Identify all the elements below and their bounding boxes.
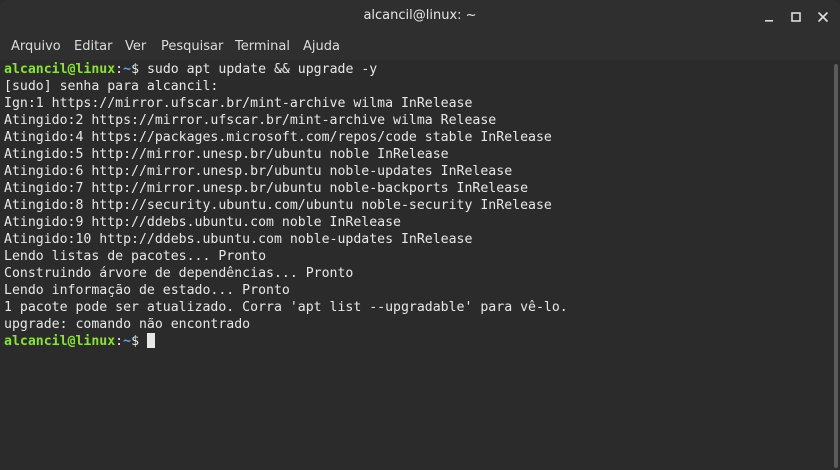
prompt-path: ~ (123, 334, 132, 349)
minimize-icon (765, 20, 773, 22)
prompt-path: ~ (123, 62, 132, 77)
menu-arquivo[interactable]: Arquivo (11, 39, 61, 54)
terminal-window: alcancil@linux: ~ Arquivo Editar Ver Pes… (0, 0, 840, 470)
terminal-output[interactable]: alcancil@linux:~$ sudo apt update && upg… (0, 60, 833, 470)
output-line: Atingido:5 http://mirror.unesp.br/ubuntu… (4, 147, 449, 162)
output-line: Construindo árvore de dependências... Pr… (4, 266, 354, 281)
maximize-button[interactable] (783, 4, 809, 30)
prompt-symbol: $ (131, 62, 147, 77)
current-prompt-line: alcancil@linux:~$ (4, 333, 155, 350)
menu-pesquisar[interactable]: Pesquisar (161, 39, 223, 54)
output-line: Lendo informação de estado... Pronto (4, 283, 290, 298)
close-button[interactable] (810, 4, 836, 30)
output-line: upgrade: comando não encontrado (4, 317, 251, 332)
output-line: Atingido:7 http://mirror.unesp.br/ubuntu… (4, 181, 529, 196)
output-line: Atingido:6 http://mirror.unesp.br/ubuntu… (4, 164, 513, 179)
output-line: Ign:1 https://mirror.ufscar.br/mint-arch… (4, 96, 473, 111)
command-line: alcancil@linux:~$ sudo apt update && upg… (4, 61, 377, 78)
output-line: Atingido:4 https://packages.microsoft.co… (4, 130, 552, 145)
output-line: Atingido:10 http://ddebs.ubuntu.com nobl… (4, 232, 473, 247)
title-bar[interactable]: alcancil@linux: ~ (0, 0, 840, 34)
scrollbar[interactable] (833, 60, 840, 470)
output-line: Atingido:9 http://ddebs.ubuntu.com noble… (4, 215, 401, 230)
text-cursor (146, 333, 155, 348)
menu-bar: Arquivo Editar Ver Pesquisar Terminal Aj… (0, 34, 840, 60)
prompt-user-host: alcancil@linux (4, 62, 116, 77)
prompt-separator: : (115, 62, 124, 77)
window-title: alcancil@linux: ~ (363, 8, 477, 23)
output-line: Atingido:2 https://mirror.ufscar.br/mint… (4, 113, 497, 128)
command-text: sudo apt update && upgrade -y (146, 62, 378, 77)
output-line: [sudo] senha para alcancil: (4, 79, 219, 94)
scrollbar-thumb[interactable] (834, 64, 838, 468)
minimize-button[interactable] (756, 4, 782, 30)
close-icon (818, 12, 828, 22)
menu-editar[interactable]: Editar (74, 39, 113, 54)
menu-terminal[interactable]: Terminal (235, 39, 290, 54)
prompt-separator: : (115, 334, 124, 349)
output-line: Lendo listas de pacotes... Pronto (4, 249, 267, 264)
output-line: Atingido:8 http://security.ubuntu.com/ub… (4, 198, 552, 213)
output-line: 1 pacote pode ser atualizado. Corra 'apt… (4, 300, 568, 315)
prompt-symbol: $ (131, 334, 147, 349)
menu-ajuda[interactable]: Ajuda (303, 39, 340, 54)
maximize-icon (791, 12, 801, 22)
prompt-user-host: alcancil@linux (4, 334, 116, 349)
menu-ver[interactable]: Ver (125, 39, 146, 54)
